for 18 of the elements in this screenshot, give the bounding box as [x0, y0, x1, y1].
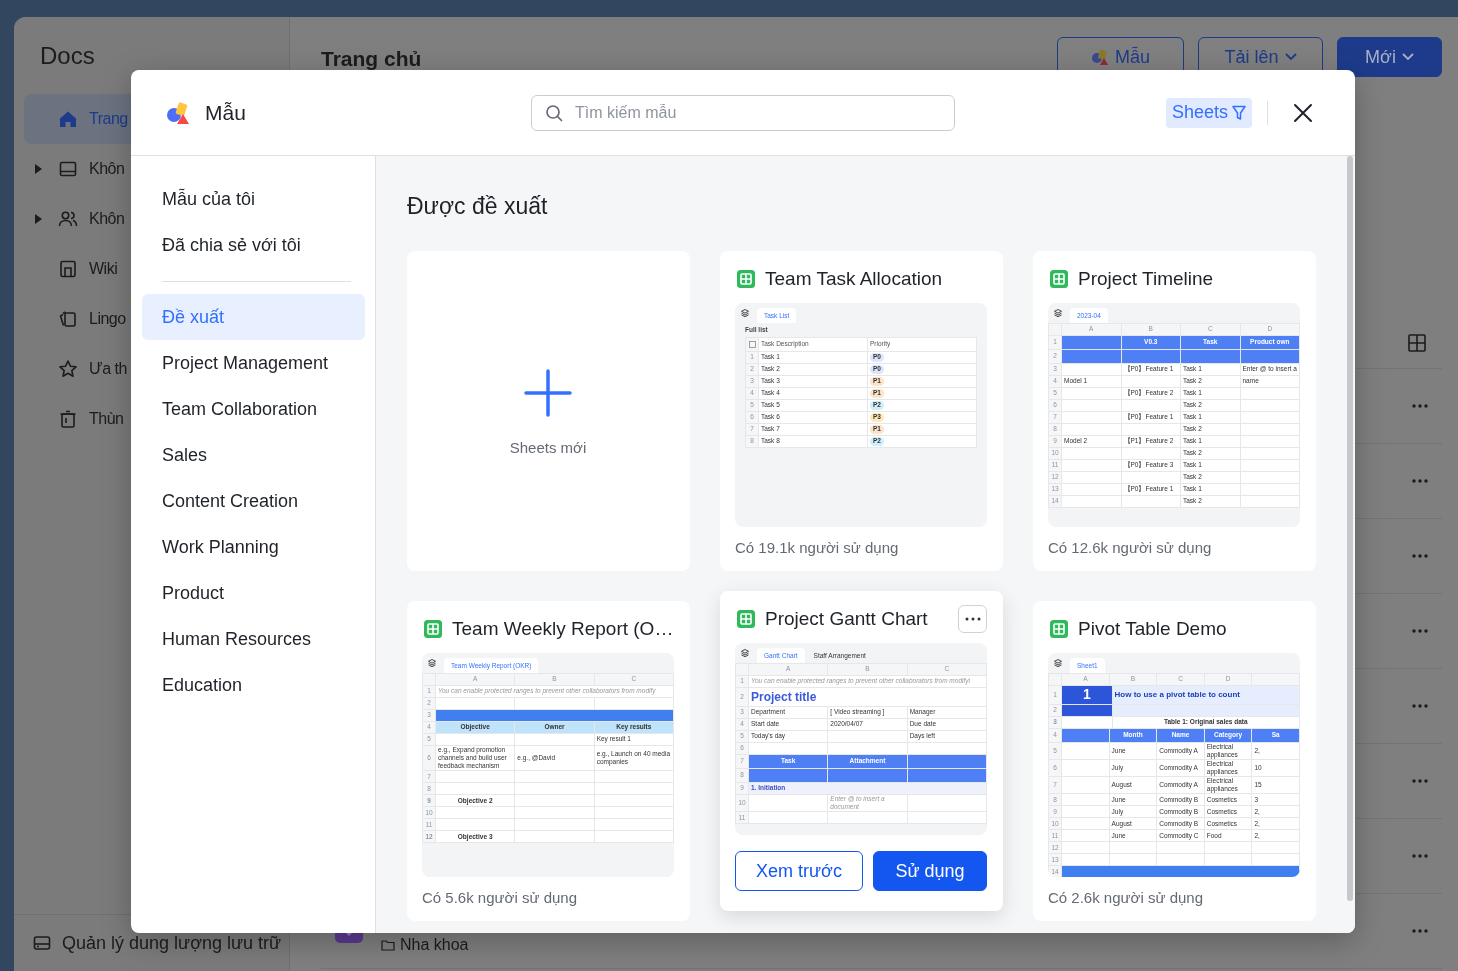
card-title: Project Gantt Chart	[765, 608, 928, 630]
usage-count: Có 19.1k người sử dụng	[735, 539, 900, 557]
card-title: Team Task Allocation	[765, 268, 943, 290]
section-title: Được đề xuất	[407, 193, 549, 219]
folder-label: Nha khoa	[400, 936, 469, 954]
dialog-title: Mẫu	[205, 100, 246, 125]
sheet-cell: How to use a pivot table to count	[1112, 686, 1300, 705]
new-sheet-label: Sheets mới	[509, 438, 587, 456]
app-title: Docs	[40, 42, 95, 70]
page-title: Trang chủ	[321, 46, 423, 71]
usage-count: Có 5.6k người sử dụng	[422, 889, 578, 907]
card-title: Team Weekly Report (O…	[452, 618, 674, 640]
usage-count: Có 2.6k người sử dụng	[1048, 889, 1204, 907]
sheet-cell: Project title	[749, 688, 987, 707]
card-title: Pivot Table Demo	[1078, 618, 1227, 640]
sheet-cell: 1	[1062, 686, 1113, 705]
usage-count: Có 12.6k người sử dụng	[1048, 539, 1213, 557]
card-title: Project Timeline	[1078, 268, 1214, 290]
